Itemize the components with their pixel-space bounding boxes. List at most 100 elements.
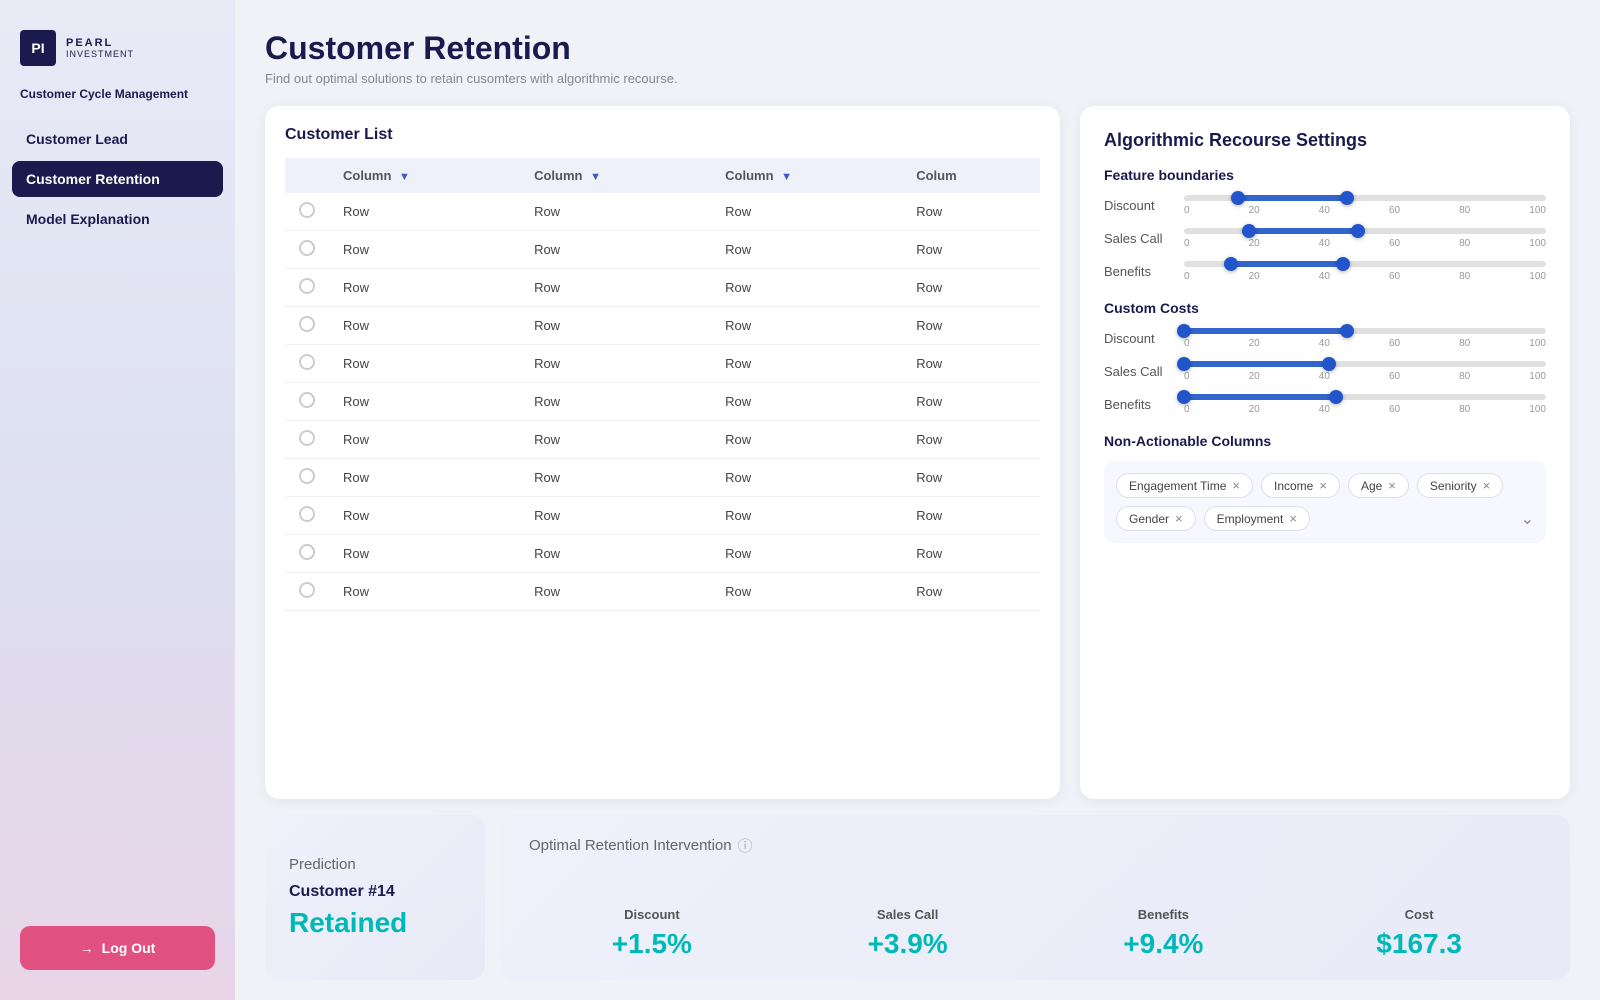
row-radio[interactable]	[299, 392, 315, 408]
filter-icon-1[interactable]: ▼	[399, 171, 410, 183]
table-cell: Row	[520, 459, 711, 497]
slider-track[interactable]	[1184, 394, 1546, 400]
tag-remove-icon[interactable]: ×	[1289, 511, 1297, 526]
slider-track-wrap[interactable]: 020406080100	[1184, 195, 1546, 216]
slider-thumb-left[interactable]	[1224, 257, 1238, 271]
slider-thumb-right[interactable]	[1351, 224, 1365, 238]
non-actionable-tags: Engagement Time×Income×Age×Seniority×Gen…	[1104, 461, 1546, 543]
table-row[interactable]: RowRowRowRow	[285, 459, 1040, 497]
slider-thumb-right[interactable]	[1340, 324, 1354, 338]
slider-thumb-right[interactable]	[1340, 191, 1354, 205]
non-actionable-label: Non-Actionable Columns	[1104, 433, 1546, 449]
table-row[interactable]: RowRowRowRow	[285, 421, 1040, 459]
slider-thumb-left[interactable]	[1231, 191, 1245, 205]
tag-remove-icon[interactable]: ×	[1483, 478, 1491, 493]
tag-employment: Employment×	[1204, 506, 1310, 531]
logout-icon: →	[80, 940, 94, 956]
intervention-col-label: Sales Call	[785, 907, 1031, 922]
prediction-customer: Customer #14	[289, 883, 461, 901]
tag-engagement-time: Engagement Time×	[1116, 473, 1253, 498]
row-radio-cell[interactable]	[285, 231, 329, 269]
intervention-card: Optimal Retention Intervention ⓘ Discoun…	[501, 815, 1570, 980]
row-radio-cell[interactable]	[285, 193, 329, 231]
customer-list-title: Customer List	[285, 126, 1040, 144]
row-radio[interactable]	[299, 506, 315, 522]
tag-remove-icon[interactable]: ×	[1388, 478, 1396, 493]
row-radio-cell[interactable]	[285, 383, 329, 421]
slider-track-wrap[interactable]: 020406080100	[1184, 328, 1546, 349]
slider-track-wrap[interactable]: 020406080100	[1184, 261, 1546, 282]
slider-thumb-right[interactable]	[1336, 257, 1350, 271]
page-title: Customer Retention	[265, 30, 1570, 67]
tag-label: Income	[1274, 479, 1313, 493]
slider-fill	[1238, 195, 1347, 201]
row-radio[interactable]	[299, 544, 315, 560]
row-radio-cell[interactable]	[285, 345, 329, 383]
slider-thumb-left[interactable]	[1177, 390, 1191, 404]
row-radio-cell[interactable]	[285, 307, 329, 345]
row-radio-cell[interactable]	[285, 573, 329, 611]
prediction-label: Prediction	[289, 856, 461, 873]
content-grid: Customer List Column ▼ Column ▼	[265, 106, 1570, 799]
slider-track[interactable]	[1184, 328, 1546, 334]
row-radio[interactable]	[299, 240, 315, 256]
sidebar-item-customer-lead[interactable]: Customer Lead	[12, 121, 223, 157]
slider-thumb-left[interactable]	[1177, 324, 1191, 338]
filter-icon-3[interactable]: ▼	[781, 171, 792, 183]
logout-button[interactable]: → Log Out	[20, 926, 215, 970]
row-radio[interactable]	[299, 468, 315, 484]
slider-label: Discount	[1104, 198, 1174, 213]
slider-thumb-left[interactable]	[1242, 224, 1256, 238]
table-row[interactable]: RowRowRowRow	[285, 497, 1040, 535]
table-cell: Row	[520, 269, 711, 307]
tag-remove-icon[interactable]: ×	[1232, 478, 1240, 493]
row-radio-cell[interactable]	[285, 497, 329, 535]
slider-thumb-right[interactable]	[1322, 357, 1336, 371]
table-row[interactable]: RowRowRowRow	[285, 307, 1040, 345]
table-cell: Row	[520, 345, 711, 383]
tag-label: Age	[1361, 479, 1382, 493]
sidebar-item-model-explanation[interactable]: Model Explanation	[12, 201, 223, 237]
table-row[interactable]: RowRowRowRow	[285, 383, 1040, 421]
table-cell: Row	[711, 193, 902, 231]
slider-track-wrap[interactable]: 020406080100	[1184, 394, 1546, 415]
row-radio[interactable]	[299, 202, 315, 218]
slider-track[interactable]	[1184, 195, 1546, 201]
row-radio-cell[interactable]	[285, 459, 329, 497]
row-radio[interactable]	[299, 316, 315, 332]
table-row[interactable]: RowRowRowRow	[285, 231, 1040, 269]
table-header-col1[interactable]: Column ▼	[329, 158, 520, 193]
slider-thumb-right[interactable]	[1329, 390, 1343, 404]
row-radio-cell[interactable]	[285, 535, 329, 573]
row-radio[interactable]	[299, 354, 315, 370]
filter-icon-2[interactable]: ▼	[590, 171, 601, 183]
row-radio[interactable]	[299, 430, 315, 446]
table-row[interactable]: RowRowRowRow	[285, 535, 1040, 573]
table-cell: Row	[520, 231, 711, 269]
table-row[interactable]: RowRowRowRow	[285, 193, 1040, 231]
table-row[interactable]: RowRowRowRow	[285, 269, 1040, 307]
table-row[interactable]: RowRowRowRow	[285, 573, 1040, 611]
tag-remove-icon[interactable]: ×	[1175, 511, 1183, 526]
intervention-col-sales-call: Sales Call+3.9%	[785, 907, 1031, 960]
slider-scale: 020406080100	[1184, 338, 1546, 349]
table-row[interactable]: RowRowRowRow	[285, 345, 1040, 383]
slider-track-wrap[interactable]: 020406080100	[1184, 228, 1546, 249]
row-radio[interactable]	[299, 582, 315, 598]
table-header-col3[interactable]: Column ▼	[711, 158, 902, 193]
tags-expand-icon[interactable]: ⌄	[1521, 509, 1534, 529]
row-radio-cell[interactable]	[285, 421, 329, 459]
slider-track[interactable]	[1184, 261, 1546, 267]
table-header-col2[interactable]: Column ▼	[520, 158, 711, 193]
slider-track[interactable]	[1184, 361, 1546, 367]
slider-thumb-left[interactable]	[1177, 357, 1191, 371]
row-radio[interactable]	[299, 278, 315, 294]
bottom-panel: Prediction Customer #14 Retained Optimal…	[265, 815, 1570, 980]
slider-track[interactable]	[1184, 228, 1546, 234]
slider-scale: 020406080100	[1184, 205, 1546, 216]
tag-remove-icon[interactable]: ×	[1319, 478, 1327, 493]
sidebar-item-customer-retention[interactable]: Customer Retention	[12, 161, 223, 197]
slider-track-wrap[interactable]: 020406080100	[1184, 361, 1546, 382]
row-radio-cell[interactable]	[285, 269, 329, 307]
table-cell: Row	[520, 307, 711, 345]
